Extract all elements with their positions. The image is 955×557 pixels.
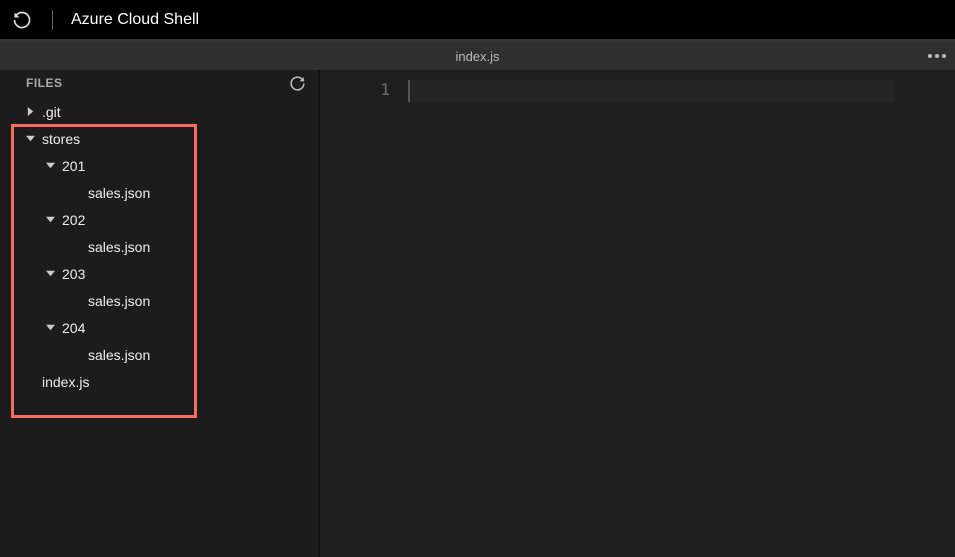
tree-item[interactable]: 204 bbox=[0, 314, 318, 341]
tab-bar: index.js bbox=[0, 42, 955, 70]
code-editor[interactable]: 1 bbox=[320, 70, 955, 557]
code-content[interactable] bbox=[408, 70, 955, 557]
tab-overflow-menu[interactable] bbox=[927, 53, 947, 59]
tree-item[interactable]: 202 bbox=[0, 206, 318, 233]
chevron-down-icon bbox=[24, 133, 36, 145]
tree-item-label: sales.json bbox=[88, 293, 150, 309]
refresh-icon bbox=[289, 75, 306, 92]
restart-button[interactable] bbox=[10, 8, 34, 32]
tree-item[interactable]: 201 bbox=[0, 152, 318, 179]
tree-item-label: .git bbox=[42, 104, 61, 120]
active-tab-title[interactable]: index.js bbox=[455, 49, 499, 64]
active-line[interactable] bbox=[408, 80, 895, 102]
chevron-down-icon bbox=[44, 214, 56, 226]
chevron-down-icon bbox=[44, 268, 56, 280]
tree-item-label: sales.json bbox=[88, 347, 150, 363]
file-tree: .gitstores201sales.json202sales.json203s… bbox=[0, 96, 318, 397]
tree-item-label: sales.json bbox=[88, 185, 150, 201]
tree-item-label: 204 bbox=[62, 320, 85, 336]
tree-item[interactable]: sales.json bbox=[0, 287, 318, 314]
refresh-files-button[interactable] bbox=[289, 75, 306, 92]
tree-item[interactable]: 203 bbox=[0, 260, 318, 287]
line-number: 1 bbox=[320, 80, 408, 102]
tree-item-label: stores bbox=[42, 131, 80, 147]
tree-item-label: 202 bbox=[62, 212, 85, 228]
tree-item[interactable]: sales.json bbox=[0, 179, 318, 206]
file-explorer-sidebar: FILES .gitstores201sales.json202sales.js… bbox=[0, 70, 320, 557]
tree-item-label: index.js bbox=[42, 374, 89, 390]
chevron-down-icon bbox=[44, 322, 56, 334]
tree-item[interactable]: sales.json bbox=[0, 341, 318, 368]
ellipsis-icon bbox=[927, 53, 947, 59]
toolbar-divider bbox=[52, 10, 53, 30]
tree-item-label: sales.json bbox=[88, 239, 150, 255]
app-title: Azure Cloud Shell bbox=[71, 11, 199, 29]
tree-item-label: 201 bbox=[62, 158, 85, 174]
chevron-down-icon bbox=[44, 160, 56, 172]
tree-item-label: 203 bbox=[62, 266, 85, 282]
tree-item[interactable]: index.js bbox=[0, 368, 318, 395]
restart-icon bbox=[12, 10, 32, 30]
top-toolbar: Azure Cloud Shell bbox=[0, 0, 955, 42]
main-area: FILES .gitstores201sales.json202sales.js… bbox=[0, 70, 955, 557]
line-gutter: 1 bbox=[320, 70, 408, 557]
tree-item[interactable]: .git bbox=[0, 98, 318, 125]
files-header-label: FILES bbox=[26, 76, 63, 90]
tree-item[interactable]: sales.json bbox=[0, 233, 318, 260]
chevron-right-icon bbox=[24, 106, 36, 118]
tree-item[interactable]: stores bbox=[0, 125, 318, 152]
files-header: FILES bbox=[0, 70, 318, 96]
